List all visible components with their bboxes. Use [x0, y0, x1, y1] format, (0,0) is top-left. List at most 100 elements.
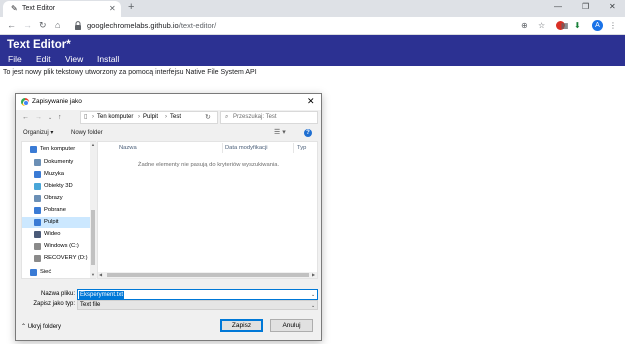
nav-scroll-thumb[interactable] [91, 210, 95, 265]
sidebar-item[interactable]: Windows (C:) [22, 241, 90, 252]
sidebar-item-label: Wideo [44, 231, 61, 237]
crumb-separator: › [165, 114, 167, 120]
browser-toolbar: ← → ↻ ⌂ googlechromelabs.github.io/text-… [0, 17, 625, 35]
reload-icon[interactable]: ↻ [39, 20, 47, 31]
new-tab-button[interactable]: + [128, 1, 134, 14]
chevron-up-icon: ⌃ [21, 324, 27, 330]
hscroll-thumb[interactable] [107, 273, 309, 277]
menu-view[interactable]: View [65, 54, 83, 64]
close-tab-icon[interactable]: ✕ [109, 3, 116, 14]
hide-folders-label: Ukryj foldery [27, 324, 62, 330]
restore-icon[interactable]: ❐ [582, 2, 589, 12]
file-list: Nazwa Data modyfikacji Typ Żadne element… [97, 141, 318, 279]
scroll-down-icon[interactable]: ▼ [90, 272, 96, 278]
computer-icon [30, 146, 37, 153]
dialog-close-icon[interactable]: ✕ [307, 96, 315, 107]
filetype-value: Text file [80, 302, 101, 308]
refresh-icon[interactable]: ↻ [205, 112, 211, 123]
nav-scrollbar[interactable]: ▲ ▼ [90, 142, 96, 278]
crumb-desktop[interactable]: Pulpit [143, 112, 158, 123]
bookmark-star-icon[interactable]: ☆ [538, 21, 545, 31]
home-icon[interactable]: ⌂ [55, 20, 60, 31]
sidebar-item-label: Pulpit [44, 219, 59, 225]
scroll-right-icon[interactable]: ▶ [312, 272, 315, 278]
documents-icon [34, 159, 41, 166]
recent-locations-icon[interactable]: ⌄ [48, 111, 52, 125]
up-folder-icon[interactable]: ↑ [58, 111, 62, 125]
tab-title: Text Editor [22, 5, 56, 12]
pencil-icon: ✎ [11, 4, 18, 13]
hide-folders-toggle[interactable]: ⌃ Ukryj foldery [21, 322, 61, 332]
help-icon[interactable]: ? [304, 129, 312, 137]
app-header: Text Editor* File Edit View Install [0, 35, 625, 66]
editor-text[interactable]: To jest nowy plik tekstowy utworzony za … [3, 68, 257, 77]
close-window-icon[interactable]: ✕ [609, 2, 616, 12]
extension-square-icon[interactable]: ▦ [561, 21, 569, 31]
back-icon[interactable]: ← [22, 111, 29, 125]
sidebar-item[interactable]: Pulpit [22, 217, 90, 228]
filetype-select[interactable]: Text file ⌄ [77, 300, 318, 310]
menu-file[interactable]: File [8, 54, 22, 64]
file-list-hscrollbar[interactable]: ◀ ▶ [98, 272, 317, 278]
drive-icon [34, 243, 41, 250]
menu-install[interactable]: Install [97, 54, 119, 64]
column-date[interactable]: Data modyfikacji [225, 144, 268, 152]
search-input[interactable]: ⌕ Przeszukaj: Test [220, 111, 318, 124]
menu-edit[interactable]: Edit [36, 54, 51, 64]
tab-strip: ✎ Text Editor ✕ + — ❐ ✕ [0, 0, 625, 17]
sidebar-item[interactable]: Ten komputer [22, 144, 90, 155]
filename-label: Nazwa pliku: [40, 291, 75, 297]
sidebar-item[interactable]: RECOVERY (D:) [22, 253, 90, 264]
column-separator[interactable] [222, 143, 223, 153]
search-icon: ⌕ [225, 114, 229, 120]
sidebar-item[interactable]: Sieć [22, 267, 90, 278]
filename-value: Eksperyment.txt [79, 291, 125, 299]
scroll-up-icon[interactable]: ▲ [90, 142, 96, 148]
install-app-icon[interactable]: ⊕ [521, 21, 528, 31]
sidebar-item[interactable]: Wideo [22, 229, 90, 240]
minimize-icon[interactable]: — [554, 2, 562, 12]
save-button[interactable]: Zapisz [220, 319, 263, 332]
forward-icon[interactable]: → [23, 20, 32, 31]
view-options-icon[interactable]: ☰ ▾ [274, 128, 286, 137]
crumb-this-pc[interactable]: Ten komputer [97, 112, 133, 123]
chevron-down-icon[interactable]: ⌄ [311, 291, 315, 299]
app-title: Text Editor* [7, 39, 71, 51]
address-bar[interactable]: googlechromelabs.github.io/text-editor/ [87, 21, 216, 31]
sidebar-item-label: Dokumenty [44, 159, 74, 165]
scroll-left-icon[interactable]: ◀ [99, 272, 102, 278]
command-bar: Organizuj ▾ Nowy folder ☰ ▾ ? [16, 127, 321, 140]
column-type[interactable]: Typ [297, 144, 306, 152]
desktop-icon [34, 219, 41, 226]
sidebar-item[interactable]: Obiekty 3D [22, 181, 90, 192]
drive-icon [34, 255, 41, 262]
breadcrumb[interactable]: ▯ › Ten komputer › Pulpit › Test ⌄ ↻ [80, 111, 253, 124]
chevron-down-icon: ⌄ [311, 303, 316, 309]
lock-icon[interactable] [74, 21, 82, 30]
video-icon [34, 231, 41, 238]
sidebar-item[interactable]: Muzyka [22, 169, 90, 180]
search-placeholder: Przeszukaj: Test [233, 114, 277, 120]
filename-input[interactable]: Eksperyment.txt ⌄ [77, 289, 318, 300]
dialog-titlebar[interactable]: Zapisywanie jako ✕ [16, 94, 321, 110]
empty-message: Żadne elementy nie pasują do kryteriów w… [137, 162, 280, 168]
forward-icon[interactable]: → [35, 111, 42, 125]
filetype-label: Zapisz jako typ: [33, 301, 75, 307]
download-arrow-icon[interactable]: ⬇ [574, 21, 581, 31]
tab-text-editor[interactable]: ✎ Text Editor ✕ [3, 1, 121, 17]
sidebar-item[interactable]: Pobrane [22, 205, 90, 216]
menu-kebab-icon[interactable]: ⋮ [609, 20, 617, 31]
profile-avatar[interactable]: A [592, 20, 603, 31]
crumb-test[interactable]: Test [170, 112, 181, 123]
sidebar-item[interactable]: Obrazy [22, 193, 90, 204]
cancel-button[interactable]: Anuluj [270, 319, 313, 332]
new-folder-button[interactable]: Nowy folder [71, 129, 103, 137]
organize-button[interactable]: Organizuj ▾ [23, 129, 53, 137]
sidebar-item-label: Obrazy [44, 195, 63, 201]
column-separator[interactable] [293, 143, 294, 153]
column-name[interactable]: Nazwa [119, 144, 137, 152]
back-icon[interactable]: ← [7, 20, 16, 31]
crumb-separator: › [138, 114, 140, 120]
objects-3d-icon [34, 183, 41, 190]
sidebar-item[interactable]: Dokumenty [22, 157, 90, 168]
